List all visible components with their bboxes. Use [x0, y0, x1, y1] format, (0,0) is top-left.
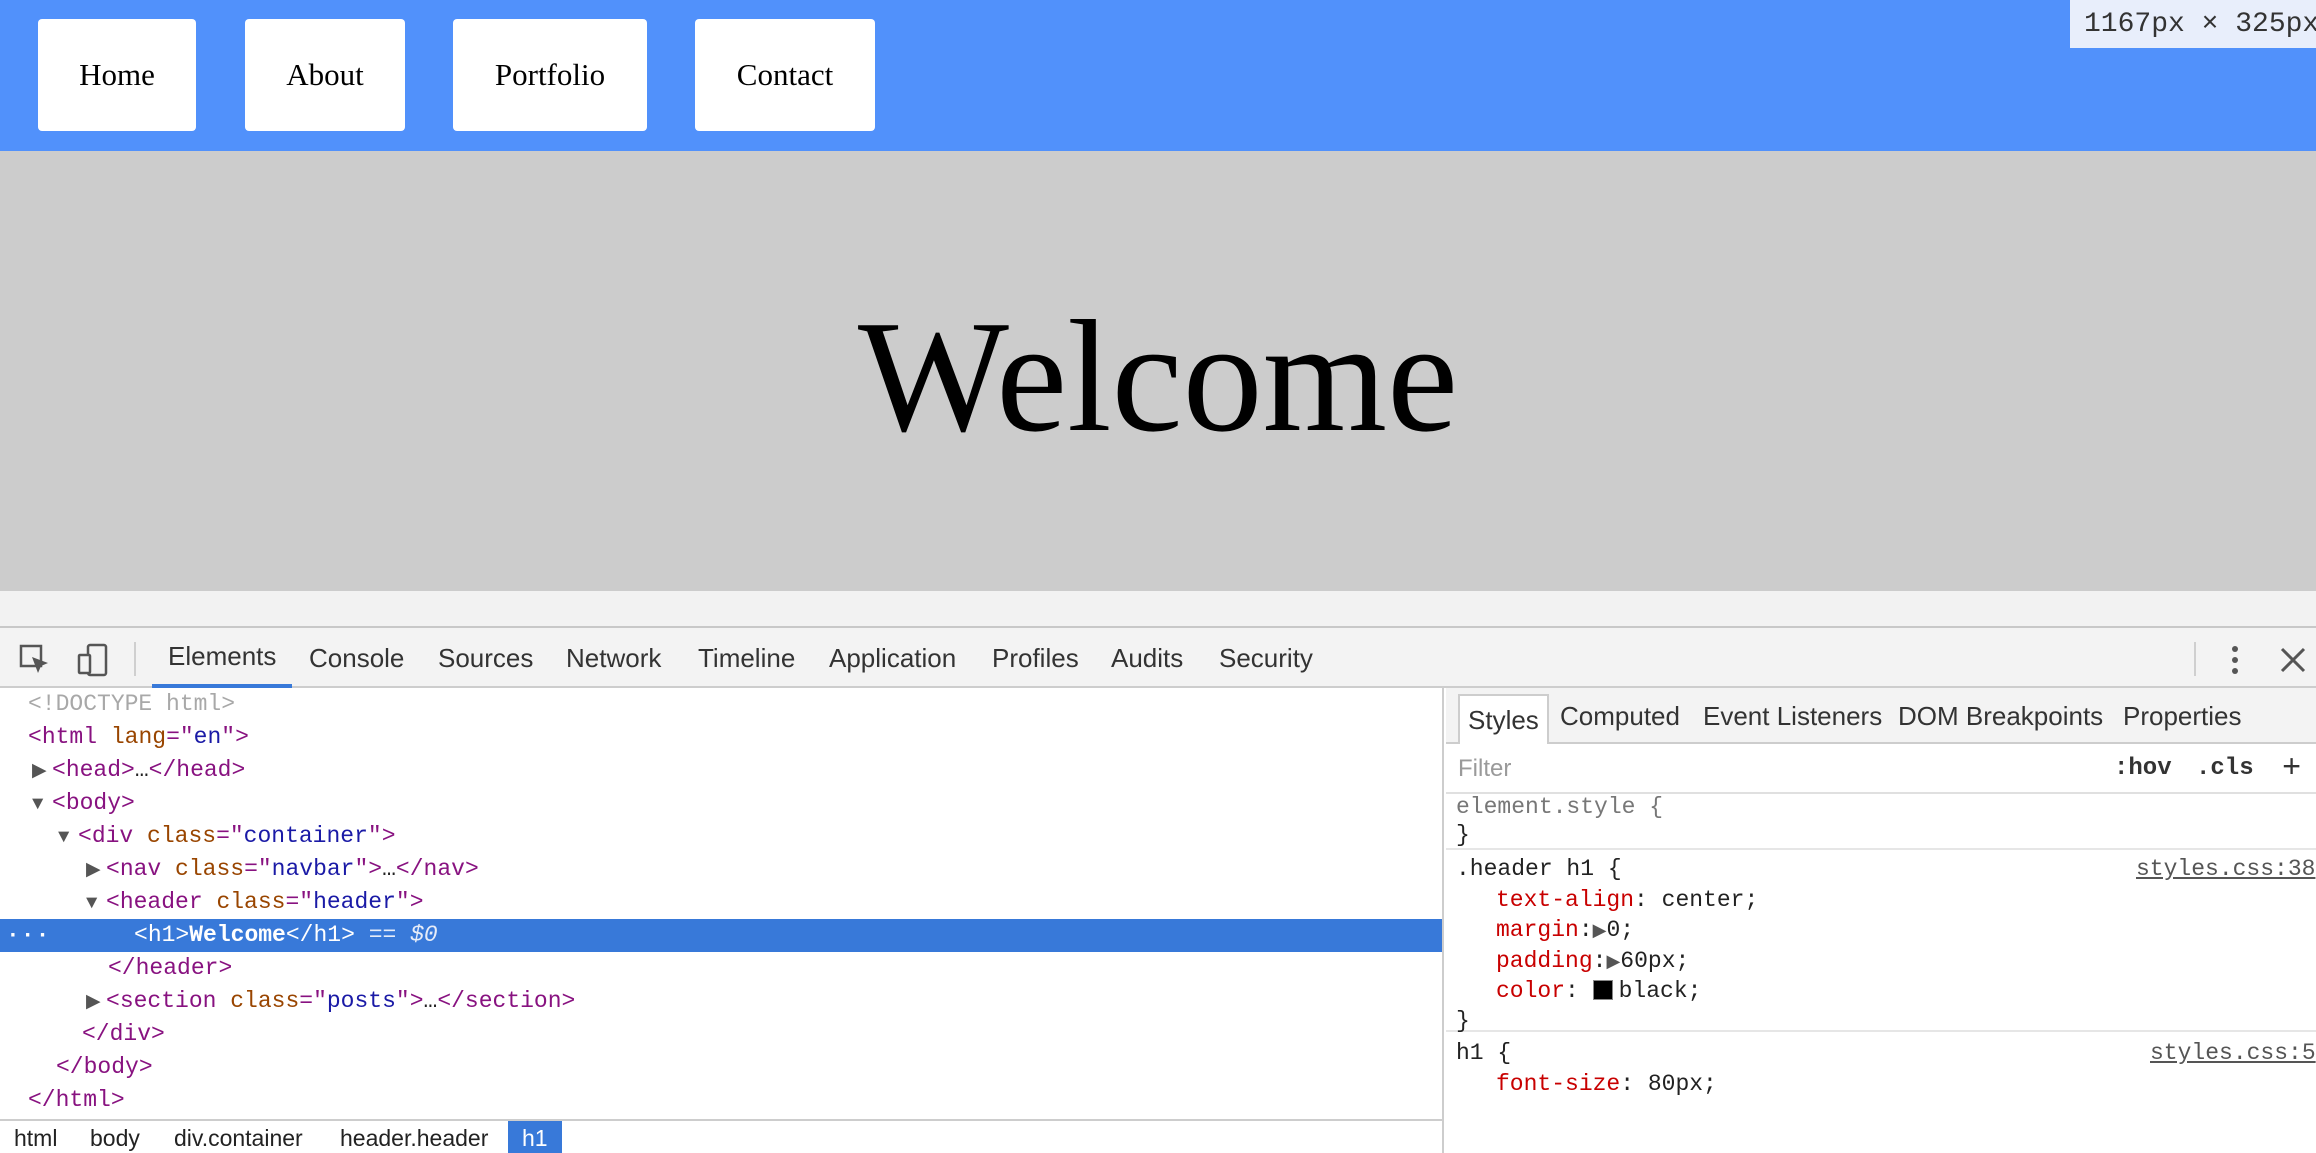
dom-html-close-line[interactable]: </html>	[0, 1084, 1442, 1117]
collapse-triangle-icon[interactable]: ▼	[86, 887, 106, 920]
rule-source-link[interactable]: styles.css:5	[2150, 1038, 2316, 1069]
rule-element-style: element.style { }	[1446, 794, 2316, 850]
navbar: Home About Portfolio Contact	[0, 0, 2316, 151]
tab-event-listeners[interactable]: Event Listeners	[1703, 688, 1882, 744]
dom-doctype-line[interactable]: <!DOCTYPE html>	[0, 688, 1442, 721]
rule-h1: h1 { styles.css:5 font-size: 80px;	[1446, 1034, 2316, 1153]
tab-properties[interactable]: Properties	[2123, 688, 2242, 744]
rule-close-brace: }	[1456, 1008, 1470, 1034]
devtools-panel: Elements Console Sources Network Timelin…	[0, 626, 2316, 1153]
collapse-triangle-icon[interactable]: ▼	[32, 788, 52, 821]
tab-network[interactable]: Network	[566, 628, 661, 688]
nav-home-button[interactable]: Home	[38, 19, 196, 131]
dom-head-line[interactable]: ▶ <head>…</head>	[0, 754, 1442, 788]
prop-margin[interactable]: margin:▶0;	[1496, 915, 1634, 946]
nav-about-button[interactable]: About	[245, 19, 405, 131]
nav-portfolio-button[interactable]: Portfolio	[453, 19, 647, 131]
color-swatch[interactable]	[1592, 980, 1613, 1000]
tab-profiles[interactable]: Profiles	[992, 628, 1079, 688]
breadcrumb-html[interactable]: html	[0, 1121, 71, 1153]
dom-div-line[interactable]: ▼ <div class="container">	[0, 820, 1442, 854]
devtools-toolbar: Elements Console Sources Network Timelin…	[0, 628, 2316, 688]
hover-state-toggle[interactable]: :hov	[2114, 744, 2172, 794]
dom-body-close-line[interactable]: </body>	[0, 1051, 1442, 1084]
prop-color[interactable]: color: black;	[1496, 976, 1701, 1007]
rule-close-brace: }	[1456, 822, 1470, 848]
tab-console[interactable]: Console	[309, 628, 404, 688]
elements-tree: <!DOCTYPE html> <html lang="en"> ▶ <head>…	[0, 688, 1444, 1153]
tab-timeline[interactable]: Timeline	[698, 628, 795, 688]
dom-header-close-line[interactable]: </header>	[0, 952, 1442, 985]
expand-triangle-icon[interactable]: ▶	[1606, 953, 1620, 973]
breadcrumb-h1[interactable]: h1	[508, 1121, 562, 1153]
breadcrumb-header[interactable]: header.header	[326, 1121, 502, 1153]
add-rule-icon[interactable]: +	[2282, 744, 2301, 794]
more-options-icon[interactable]	[2218, 643, 2252, 677]
prop-text-align[interactable]: text-align: center;	[1496, 885, 1758, 916]
styles-filter-bar: :hov .cls +	[1446, 744, 2316, 794]
hero-title: Welcome	[857, 286, 1459, 465]
toolbar-divider	[134, 642, 136, 676]
tab-computed[interactable]: Computed	[1560, 688, 1680, 744]
element-size-badge: 1167px × 325px	[2070, 0, 2316, 48]
nav-contact-button[interactable]: Contact	[695, 19, 875, 131]
expand-triangle-icon[interactable]: ▶	[86, 986, 106, 1019]
styles-filter-input[interactable]	[1458, 752, 2058, 786]
expand-triangle-icon[interactable]: ▶	[1593, 922, 1607, 942]
tab-sources[interactable]: Sources	[438, 628, 533, 688]
class-toggle[interactable]: .cls	[2196, 744, 2254, 794]
tab-elements[interactable]: Elements	[152, 628, 293, 688]
tab-security[interactable]: Security	[1219, 628, 1313, 688]
dom-body-line[interactable]: ▼ <body>	[0, 787, 1442, 821]
rule-selector[interactable]: element.style {	[1456, 792, 1663, 823]
dom-section-line[interactable]: ▶ <section class="posts">…</section>	[0, 985, 1442, 1019]
styles-tabs: Styles Computed Event Listeners DOM Brea…	[1446, 688, 2316, 744]
tab-audits[interactable]: Audits	[1111, 628, 1183, 688]
breadcrumb-div-container[interactable]: div.container	[160, 1121, 317, 1153]
styles-sidebar: Styles Computed Event Listeners DOM Brea…	[1446, 688, 2316, 1153]
prop-font-size[interactable]: font-size: 80px;	[1496, 1069, 1717, 1100]
rule-selector[interactable]: h1 {	[1456, 1038, 1511, 1069]
dom-div-close-line[interactable]: </div>	[0, 1018, 1442, 1051]
tab-dom-breakpoints[interactable]: DOM Breakpoints	[1898, 688, 2103, 744]
breadcrumb: html body div.container header.header h1	[0, 1119, 1442, 1153]
expand-triangle-icon[interactable]: ▶	[86, 854, 106, 887]
toolbar-divider	[2194, 642, 2196, 676]
close-icon[interactable]	[2276, 643, 2310, 677]
page-viewport: Home About Portfolio Contact Welcome 116…	[0, 0, 2316, 626]
expand-triangle-icon[interactable]: ▶	[32, 755, 52, 788]
prop-padding[interactable]: padding:▶60px;	[1496, 946, 1689, 977]
tab-application[interactable]: Application	[829, 628, 956, 688]
dom-h1-line-selected[interactable]: ··· <h1>Welcome</h1> == $0	[0, 919, 1442, 952]
tab-styles[interactable]: Styles	[1458, 694, 1549, 744]
rule-source-link[interactable]: styles.css:38	[2136, 854, 2316, 885]
breadcrumb-body[interactable]: body	[76, 1121, 154, 1153]
dom-html-line[interactable]: <html lang="en">	[0, 721, 1442, 754]
inspect-element-icon[interactable]	[18, 643, 52, 677]
device-toolbar-icon[interactable]	[76, 643, 110, 677]
rule-header-h1: .header h1 { styles.css:38 text-align: c…	[1446, 852, 2316, 1034]
dom-header-line[interactable]: ▼ <header class="header">	[0, 886, 1442, 920]
header-section: Welcome	[0, 151, 2316, 591]
collapse-triangle-icon[interactable]: ▼	[58, 821, 78, 854]
dom-doctype: <!DOCTYPE html>	[28, 691, 236, 717]
more-actions-icon[interactable]: ···	[6, 919, 50, 952]
rule-selector[interactable]: .header h1 {	[1456, 854, 1622, 885]
dom-nav-line[interactable]: ▶ <nav class="navbar">…</nav>	[0, 853, 1442, 887]
